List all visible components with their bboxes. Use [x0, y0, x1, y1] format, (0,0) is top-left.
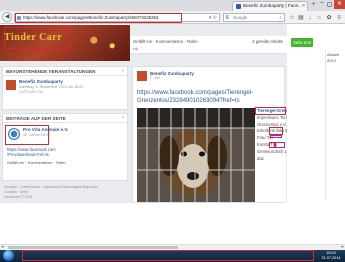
system-clock[interactable]: 18:03 31.07.2014: [318, 251, 344, 261]
footer-more[interactable]: Cookies · Mehr: [4, 190, 28, 194]
page-posts-card: BEITRÄGE AUF DER SEITE › Pro Vita Animal…: [2, 113, 128, 181]
post-card: Benefiz Zumbaparty 7. Juli https://www.f…: [132, 66, 307, 203]
footer-links[interactable]: Deutsch · Datenschutz · Impressum/Nutzun…: [4, 185, 98, 189]
info-purple-mark: [275, 142, 285, 148]
url-highlight-box: [15, 13, 182, 23]
chevron-right-icon[interactable]: ›: [122, 115, 124, 121]
page-cover-photo: Tinder Carr: [0, 25, 130, 61]
dog-photo-graphic: [137, 108, 255, 202]
post-author[interactable]: Pro Vita Animale e.V.: [23, 127, 68, 132]
post-author-avatar[interactable]: [137, 71, 147, 81]
footer-copyright: Facebook © 2014: [4, 195, 33, 199]
addon-icon[interactable]: ✿: [325, 14, 333, 22]
save-page-button[interactable]: Seite erst: [291, 38, 313, 47]
browser-tab[interactable]: Benefiz Zumbaparty | Face... ×: [232, 1, 308, 11]
info-line: Impressum: Tierengel: [257, 114, 298, 120]
right-column: [287, 24, 345, 203]
pro-vita-logo-icon[interactable]: [8, 128, 20, 140]
window-minimize-button[interactable]: –: [319, 0, 325, 8]
bookmarks-icon[interactable]: ▤: [297, 14, 305, 22]
search-icon[interactable]: ⌕: [279, 14, 282, 22]
download-icon[interactable]: ↓: [306, 14, 314, 22]
timeline-column: Gefällt mir · Kommentieren · Teilen 4 ge…: [130, 24, 307, 203]
event-thumbnail[interactable]: [6, 80, 16, 90]
timeline-year-list: Aktuell 2014: [327, 52, 339, 64]
timeline-item[interactable]: 2014: [327, 58, 339, 64]
left-column: BEVORSTEHENDE VERANSTALTUNGEN › Benefiz …: [0, 61, 130, 203]
post-timestamp[interactable]: 7. Juli: [150, 76, 160, 80]
reload-icon[interactable]: ▾ ↻: [209, 14, 217, 22]
search-bar[interactable]: 8 Google ⌕: [223, 13, 285, 22]
search-engine-label: Google: [233, 15, 248, 20]
browser-tab-bar: Benefiz Zumbaparty | Face... × + – ✕: [0, 0, 345, 11]
previous-post-footer: Gefällt mir · Kommentieren · Teilen 4 ge…: [130, 36, 287, 54]
info-line: Gemeinschaft 1.515 gefällt: [257, 148, 307, 154]
windows-taskbar: 18:03 31.07.2014: [0, 250, 345, 262]
thumbs-up-icon[interactable]: 👍︎: [133, 46, 138, 52]
facebook-favicon-icon: [236, 4, 241, 9]
shares-count[interactable]: 4 geteilte Inhalte: [252, 39, 283, 44]
action-bar[interactable]: Gefällt mir · Kommentieren · Teilen: [133, 39, 198, 44]
scrollbar-thumb[interactable]: [8, 246, 178, 249]
info-keyword-highlight-box: [269, 127, 283, 135]
post-action-bar[interactable]: Gefällt mir · Kommentieren · Teilen: [7, 161, 66, 165]
events-header: BEVORSTEHENDE VERANSTALTUNGEN: [3, 67, 127, 76]
dog-in-cage-photo[interactable]: [137, 108, 255, 202]
event-date: Samstag, 6. September 2014 um 18:00: [19, 85, 84, 89]
post-date: 30. Juli um 09:03 ·: [23, 133, 53, 137]
url-bar[interactable]: https://www.facebook.com/pages/Benefiz-Z…: [14, 13, 220, 23]
start-button-icon[interactable]: [3, 250, 14, 261]
chevron-right-icon[interactable]: ›: [122, 68, 124, 74]
post-link-line2[interactable]: /Provitaanimale?ref=ts: [7, 152, 49, 157]
back-button[interactable]: ◀: [2, 12, 12, 22]
menu-icon[interactable]: ≡: [335, 14, 343, 22]
events-card: BEVORSTEHENDE VERANSTALTUNGEN › Benefiz …: [2, 66, 128, 110]
new-tab-button[interactable]: +: [310, 1, 317, 9]
clock-date: 31.07.2014: [321, 256, 341, 260]
cover-title: Tinder Carr: [4, 32, 63, 43]
info-purple-mark: [270, 135, 282, 138]
home-icon[interactable]: ⌂: [315, 14, 323, 22]
right-divider: [325, 50, 326, 200]
posts-header: BEITRÄGE AUF DER SEITE: [3, 114, 127, 123]
event-location: OUTCAST Ort: [19, 90, 43, 94]
tab-close-icon[interactable]: ×: [302, 2, 305, 10]
info-title-highlight-box: [255, 107, 286, 115]
post-link[interactable]: https://www.facebook.com/pages/Tierengel…: [137, 90, 277, 105]
photo-info-panel: Tierengel-Grenzenlos Impressum: Tierenge…: [255, 107, 307, 202]
google-icon: 8: [226, 15, 229, 21]
cover-decoration: [80, 29, 126, 57]
window-close-button[interactable]: ✕: [334, 0, 345, 9]
tab-title: Benefiz Zumbaparty | Face...: [243, 3, 302, 8]
event-title[interactable]: Benefiz Zumbaparty: [19, 79, 63, 84]
info-line: das: [257, 155, 264, 161]
taskbar-highlight-box: [22, 250, 314, 261]
bookmark-star-icon[interactable]: ☆: [288, 14, 296, 22]
window-maximize-button[interactable]: [327, 2, 332, 7]
